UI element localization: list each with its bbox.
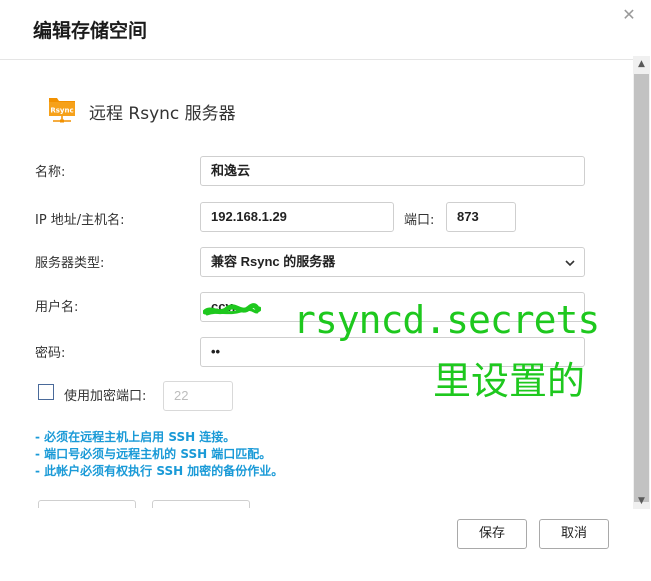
hidden-button-2[interactable] [152, 500, 250, 508]
port-label: 端口: [404, 213, 435, 228]
rsync-icon-text: Rsync [50, 107, 73, 115]
edit-storage-dialog: 编辑存储空间 ✕ Rsync 远程 Rsync 服务器 名称: 和逸云 IP 地… [0, 0, 651, 581]
dialog-title: 编辑存储空间 [33, 20, 148, 42]
handwritten-annotation-line1: rsyncd.secrets [293, 298, 600, 342]
server-type-value: 兼容 Rsync 的服务器 [211, 254, 336, 269]
scroll-up-icon[interactable]: ▲ [633, 56, 650, 72]
server-type-label: 服务器类型: [35, 256, 105, 271]
port-input[interactable]: 873 [446, 202, 516, 232]
rsync-folder-icon: Rsync [49, 98, 75, 123]
close-icon[interactable]: ✕ [620, 6, 638, 24]
encrypt-port-checkbox[interactable] [38, 384, 54, 400]
scrollbar-thumb[interactable] [634, 74, 649, 502]
note-line: - 必须在远程主机上启用 SSH 连接。 [35, 430, 236, 444]
name-input[interactable]: 和逸云 [200, 156, 585, 186]
name-label: 名称: [35, 165, 66, 180]
encrypt-port-label: 使用加密端口: [64, 389, 147, 404]
host-input[interactable]: 192.168.1.29 [200, 202, 394, 232]
note-line: - 端口号必须与远程主机的 SSH 端口匹配。 [35, 447, 272, 461]
chevron-down-icon [565, 260, 575, 267]
username-redaction-scribble [203, 303, 261, 316]
server-type-heading: 远程 Rsync 服务器 [89, 104, 236, 124]
scroll-down-icon[interactable]: ▼ [633, 493, 650, 509]
note-line: - 此帐户必须有权执行 SSH 加密的备份作业。 [35, 464, 284, 478]
password-label: 密码: [35, 346, 66, 361]
server-type-select[interactable]: 兼容 Rsync 的服务器 [200, 247, 585, 277]
ssh-notes: - 必须在远程主机上启用 SSH 连接。 - 端口号必须与远程主机的 SSH 端… [35, 429, 283, 480]
save-button[interactable]: 保存 [457, 519, 527, 549]
cancel-button[interactable]: 取消 [539, 519, 609, 549]
host-label: IP 地址/主机名: [35, 213, 125, 228]
dialog-content: Rsync 远程 Rsync 服务器 名称: 和逸云 IP 地址/主机名: 19… [0, 60, 633, 508]
username-label: 用户名: [35, 300, 79, 315]
vertical-scrollbar[interactable]: ▲ ▼ [633, 56, 650, 509]
encrypt-port-input[interactable]: 22 [163, 381, 233, 411]
hidden-button-1[interactable] [38, 500, 136, 508]
handwritten-annotation-line2: 里设置的 [433, 359, 586, 403]
